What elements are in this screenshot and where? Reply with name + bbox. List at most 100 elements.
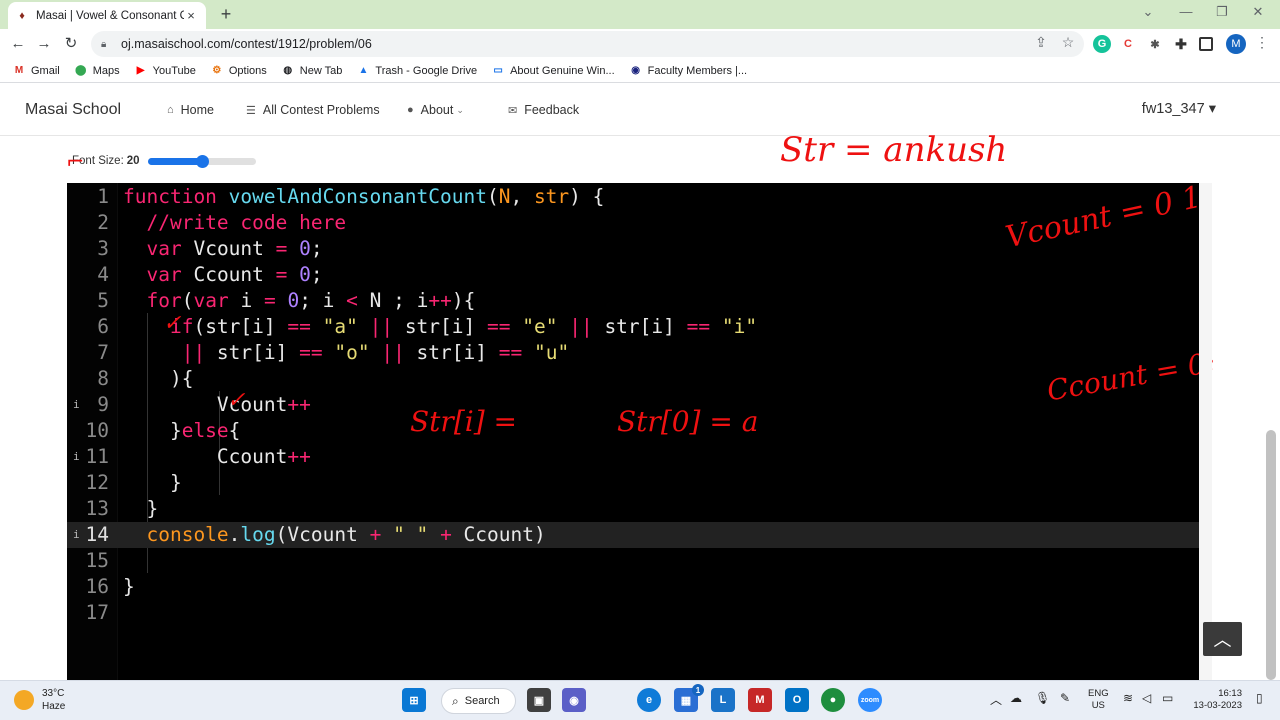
pen-icon[interactable]: ✎: [1060, 691, 1070, 705]
outlook-icon[interactable]: O: [785, 688, 809, 712]
site-navbar: Masai School ⌂ Home ☰ All Contest Problems…: [0, 84, 1280, 136]
windows-start-icon[interactable]: ⊞: [402, 688, 426, 712]
tab-title: Masai | Vowel & Consonant Cou: [36, 9, 184, 22]
chrome-icon[interactable]: ●: [821, 688, 845, 712]
bookmark-label: Options: [228, 64, 267, 77]
bookmark-label: YouTube: [152, 64, 196, 77]
bookmark-new-tab[interactable]: ◍ New Tab: [281, 65, 342, 77]
profile-avatar[interactable]: M: [1226, 34, 1246, 54]
url-bar[interactable]: 🔒︎ oj.masaischool.com/contest/1912/probl…: [91, 31, 1084, 57]
new-tab-button[interactable]: +: [216, 4, 236, 24]
tab-close-icon[interactable]: ×: [184, 8, 198, 23]
bookmark-star-icon[interactable]: ☆: [1058, 34, 1078, 51]
region-code: US: [1091, 700, 1105, 711]
extensions-puzzle-icon[interactable]: ✚: [1172, 35, 1190, 53]
maximize-icon[interactable]: ❐: [1212, 4, 1232, 20]
line-number: 12: [85, 471, 109, 494]
bookmark-genuine-windows[interactable]: ▭ About Genuine Win...: [491, 64, 615, 77]
line-number: 4: [97, 263, 109, 286]
line-number: 11: [85, 445, 109, 468]
list-icon: ☰: [246, 104, 256, 117]
bookmark-faculty[interactable]: ◉ Faculty Members |...: [629, 65, 747, 77]
code-line: 4 var Ccount = 0;: [67, 262, 1199, 288]
annotation-mark: ⌐: [66, 150, 85, 175]
window-close-icon[interactable]: ✕: [1248, 4, 1268, 20]
forward-icon[interactable]: →: [34, 34, 54, 54]
browser-tab[interactable]: ♦ Masai | Vowel & Consonant Cou ×: [8, 2, 206, 29]
back-icon[interactable]: ←: [8, 34, 28, 54]
notifications-icon[interactable]: ▯: [1256, 691, 1263, 705]
options-icon: ⚙: [212, 65, 222, 76]
code-line: 17: [67, 600, 1199, 626]
battery-icon[interactable]: ▭: [1162, 691, 1173, 705]
code-line: 6 if(str[i] == "a" || str[i] == "e" || s…: [67, 314, 1199, 340]
annotation-tick-icon: ✓: [163, 311, 182, 336]
nav-label: All Contest Problems: [262, 103, 380, 117]
masai-favicon-icon: ♦: [19, 9, 25, 22]
system-clock[interactable]: 16:13 13-03-2023: [1190, 688, 1242, 712]
mcafee-icon[interactable]: M: [748, 688, 772, 712]
nav-feedback[interactable]: ✉ Feedback: [508, 103, 579, 117]
annotation-tick-icon: ✓: [227, 388, 246, 413]
reload-icon[interactable]: ↻: [61, 34, 81, 54]
user-menu[interactable]: fw13_347 ▾: [1142, 101, 1216, 117]
search-label: Search: [464, 695, 500, 707]
lock-icon: 🔒︎: [101, 38, 107, 50]
nav-label: Feedback: [524, 103, 580, 117]
teams-chat-icon[interactable]: ◉: [562, 688, 586, 712]
sun-icon: [14, 690, 34, 710]
brand-logo-text[interactable]: Masai School: [25, 101, 121, 119]
code-editor[interactable]: 1 function vowelAndConsonantCount(N, str)…: [67, 183, 1199, 680]
nav-home[interactable]: ⌂ Home: [167, 103, 214, 117]
bookmark-youtube[interactable]: ▶ YouTube: [134, 65, 196, 77]
windows-taskbar: 33°C Haze ⊞ ⌕ Search ▣ ◉ e ▦ 1 L M O ● zo…: [0, 680, 1280, 720]
clock-time: 16:13: [1218, 688, 1242, 699]
minimize-icon[interactable]: —: [1176, 4, 1196, 19]
feedback-icon: ✉: [508, 104, 518, 117]
taskbar-search[interactable]: ⌕ Search: [441, 688, 516, 714]
line-number: 10: [85, 419, 109, 442]
volume-icon[interactable]: ◁: [1142, 691, 1151, 705]
wifi-icon[interactable]: ≋: [1123, 691, 1133, 705]
scroll-to-top-button[interactable]: ︿: [1203, 622, 1242, 656]
extension-c-icon[interactable]: C: [1119, 35, 1137, 53]
slider-thumb[interactable]: [196, 155, 209, 168]
task-view-icon[interactable]: ▣: [527, 688, 551, 712]
share-icon[interactable]: ⇪: [1031, 34, 1051, 51]
code-line: 12 }: [67, 470, 1199, 496]
maps-icon: ⬤: [75, 65, 87, 76]
edge-icon[interactable]: e: [637, 688, 661, 712]
chevron-up-icon: ︿: [1213, 630, 1232, 650]
youtube-icon: ▶: [136, 65, 145, 76]
faculty-icon: ◉: [631, 65, 641, 76]
line-number: 9: [97, 393, 109, 416]
tab-search-chevron-icon[interactable]: ⌄: [1138, 4, 1158, 20]
l-app-icon[interactable]: L: [711, 688, 735, 712]
onedrive-icon[interactable]: ☁: [1010, 691, 1022, 705]
page-scrollbar-thumb[interactable]: [1266, 430, 1276, 680]
side-panel-icon[interactable]: [1199, 37, 1213, 51]
nav-about[interactable]: ● About ⌄: [407, 103, 464, 117]
editor-scroll-track[interactable]: [1199, 183, 1212, 680]
language-indicator[interactable]: ENG US: [1088, 688, 1109, 712]
nav-all-contest-problems[interactable]: ☰ All Contest Problems: [246, 103, 380, 117]
bug-extension-icon[interactable]: ✱: [1146, 35, 1164, 53]
bookmark-label: Maps: [92, 64, 120, 77]
zoom-icon[interactable]: zoom: [858, 688, 882, 712]
microphone-icon[interactable]: 🎙︎: [1035, 691, 1050, 705]
bookmark-trash-drive[interactable]: ▲ Trash - Google Drive: [356, 65, 477, 77]
bookmark-label: About Genuine Win...: [510, 64, 615, 77]
line-number: 8: [97, 367, 109, 390]
bookmark-maps[interactable]: ⬤ Maps: [74, 65, 120, 77]
nav-label: About: [420, 103, 454, 117]
weather-widget[interactable]: 33°C Haze: [14, 687, 65, 713]
code-line-active: i 14 console.log(Vcount + " " + Ccount): [67, 522, 1199, 548]
clock-date: 13-03-2023: [1193, 700, 1242, 711]
grammarly-extension-icon[interactable]: G: [1093, 35, 1111, 53]
info-icon: ●: [407, 104, 414, 116]
bookmark-options[interactable]: ⚙ Options: [210, 64, 267, 77]
tray-chevron-icon[interactable]: ︿: [990, 691, 1002, 708]
bookmark-gmail[interactable]: M Gmail: [12, 65, 60, 77]
browser-menu-icon[interactable]: ⋮: [1252, 34, 1272, 51]
font-size-slider[interactable]: [148, 155, 256, 168]
